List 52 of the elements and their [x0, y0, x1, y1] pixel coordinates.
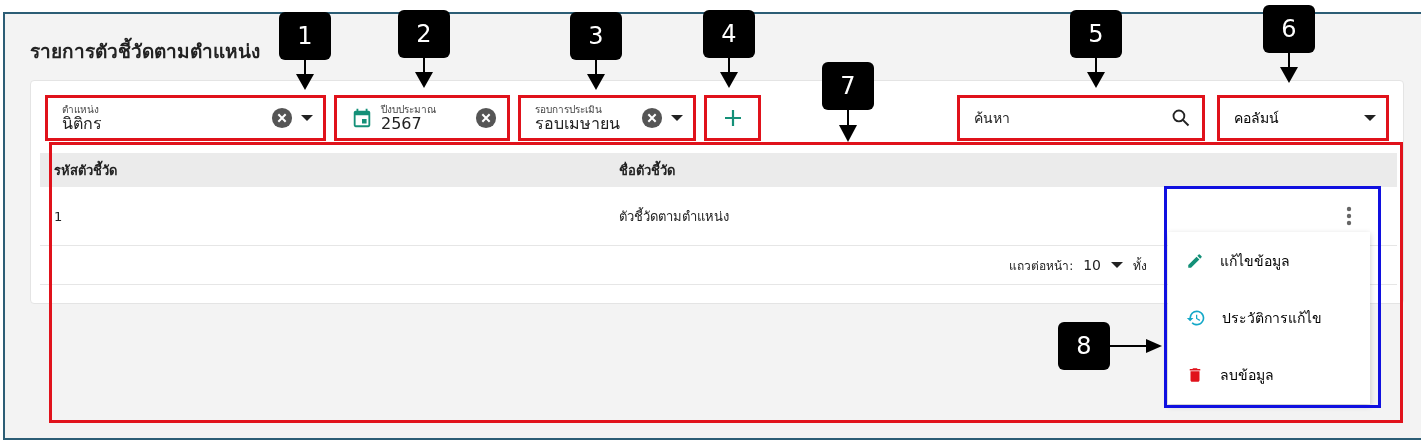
- column-header: รหัสตัวชี้วัด: [54, 159, 118, 180]
- clear-icon[interactable]: [641, 107, 663, 129]
- callout-number: 8: [1058, 322, 1110, 370]
- arrow: [296, 60, 314, 90]
- column-header: ชื่อตัวชี้วัด: [619, 159, 676, 180]
- calendar-icon: [351, 107, 373, 129]
- callout-number: 1: [279, 12, 331, 60]
- arrow: [1087, 58, 1105, 88]
- caret-icon[interactable]: [1364, 114, 1376, 122]
- pencil-icon: [1186, 251, 1204, 270]
- field-value: นิติกร: [62, 114, 102, 133]
- field-label: ตำแหน่ง: [62, 103, 99, 115]
- field-value: รอบเมษายน: [535, 114, 620, 133]
- caret-icon[interactable]: [301, 114, 313, 122]
- table-cell-text: ตัวชี้วัดตามตำแหน่ง: [619, 206, 730, 226]
- page-title: รายการตัวชี้วัดตามตำแหน่ง: [30, 36, 260, 66]
- callout-number: 6: [1263, 5, 1315, 53]
- callout-number: 2: [398, 10, 450, 58]
- arrow: [1110, 339, 1162, 353]
- dropdown-caret-icon[interactable]: [1111, 261, 1123, 269]
- caret-icon[interactable]: [671, 114, 683, 122]
- rows-per-page-value[interactable]: 10: [1083, 257, 1101, 273]
- callout-number: 3: [570, 12, 622, 60]
- table-cell-text: 1: [54, 208, 64, 224]
- arrow: [839, 110, 857, 142]
- arrow: [415, 58, 433, 88]
- search-icon[interactable]: [1171, 108, 1191, 128]
- add-button[interactable]: [704, 95, 761, 141]
- search-field[interactable]: ค้นหา: [957, 95, 1205, 141]
- menu-item[interactable]: แก้ไขข้อมูล: [1168, 240, 1370, 281]
- page-range: ทั้ง: [1133, 256, 1147, 275]
- arrow: [587, 60, 605, 90]
- arrow: [720, 58, 738, 88]
- menu-item[interactable]: ลบข้อมูล: [1168, 355, 1370, 396]
- select-field[interactable]: ตำแหน่ง นิติกร: [45, 95, 326, 141]
- select-field[interactable]: รอบการประเมิน รอบเมษายน: [518, 95, 696, 141]
- callout-number: 4: [703, 10, 755, 58]
- field-label: ปีงบประมาณ: [381, 103, 436, 115]
- date-field[interactable]: ปีงบประมาณ 2567: [334, 95, 510, 141]
- menu-item[interactable]: ประวัติการแก้ไข: [1168, 298, 1370, 338]
- plus-icon: [723, 109, 742, 127]
- callout-number: 5: [1070, 10, 1122, 58]
- clear-icon[interactable]: [271, 107, 293, 129]
- columns-dropdown[interactable]: คอลัมน์: [1217, 95, 1389, 141]
- history-icon: [1186, 308, 1206, 328]
- arrow: [1280, 53, 1298, 83]
- field-label: รอบการประเมิน: [535, 103, 602, 115]
- clear-icon[interactable]: [475, 107, 497, 129]
- more-icon[interactable]: [1346, 206, 1352, 226]
- rows-per-page-label: แถวต่อหน้า:: [1009, 257, 1074, 275]
- callout-number: 7: [822, 62, 874, 110]
- field-value: 2567: [381, 114, 422, 133]
